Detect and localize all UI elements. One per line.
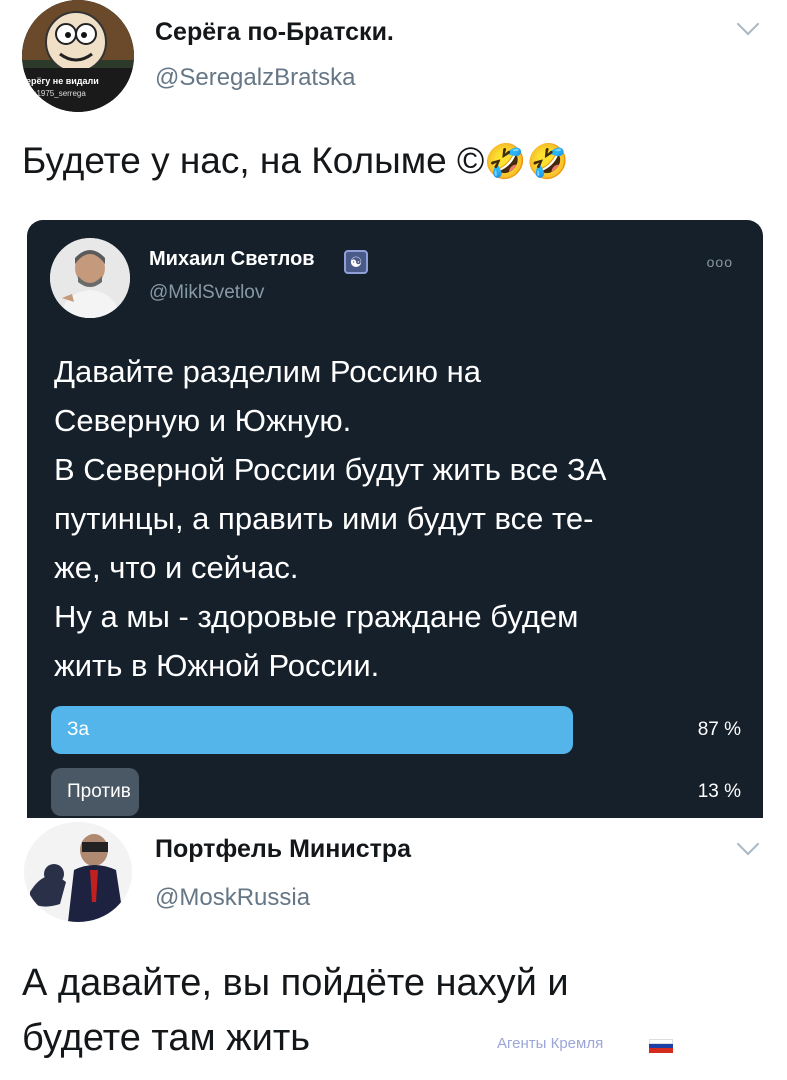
tweet-text: А давайте, вы пойдёте нахуй и будете там… [22, 956, 569, 1066]
avatar-caption-line-2: h1975_serrega [32, 89, 86, 98]
russian-flag-icon [649, 1039, 673, 1053]
author-handle[interactable]: @MoskRussia [155, 884, 310, 912]
chevron-down-icon[interactable] [736, 12, 760, 36]
avatar-caption-line-1: ерёгу не видали [26, 76, 99, 86]
tweet-text-line: будете там жить [22, 1017, 311, 1059]
chevron-down-icon[interactable] [736, 832, 760, 856]
quoted-author-name[interactable]: Михаил Светлов [149, 248, 315, 271]
poll-option-label: Против [67, 781, 131, 802]
quoted-text-line: же, что и сейчас. [54, 550, 299, 585]
person-avatar-image [50, 238, 130, 318]
quoted-text-line: Давайте разделим Россию на [54, 354, 482, 389]
quoted-text-line: В Северной России будут жить все ЗА [54, 452, 607, 487]
quoted-text-line: путинцы, а править ими будут все те- [54, 501, 594, 536]
poll-option-for[interactable]: За 87 % [51, 706, 741, 754]
quoted-text-line: жить в Южной России. [54, 648, 380, 683]
tweet-text-line: А давайте, вы пойдёте нахуй и [22, 962, 569, 1004]
watermark-text: Агенты Кремля [497, 1035, 604, 1052]
rofl-emoji-icon: 🤣🤣 [484, 142, 569, 182]
avatar-seregalzbratska[interactable]: ерёгу не видали h1975_serrega [22, 0, 134, 112]
poll-bar [51, 706, 573, 754]
poll-option-label: За [67, 719, 90, 740]
author-handle[interactable]: @SeregalzBratska [155, 64, 355, 92]
quoted-author-handle[interactable]: @MiklSvetlov [149, 282, 264, 304]
quoted-tweet-card[interactable]: Михаил Светлов ☯ @MiklSvetlov ooo Давайт… [27, 220, 763, 818]
author-name[interactable]: Портфель Министра [155, 835, 411, 864]
poll-option-percent: 13 % [697, 781, 741, 802]
more-options-icon[interactable]: ooo [707, 254, 733, 270]
tweet-text-body: Будете у нас, на Колыме © [22, 140, 485, 181]
avatar-moskrussia[interactable] [24, 822, 132, 922]
poll-option-against[interactable]: Против 13 % [51, 768, 741, 816]
tweet-text: Будете у нас, на Колыме ©🤣🤣 [22, 136, 569, 187]
poll-option-percent: 87 % [697, 719, 741, 740]
quoted-text-line: Северную и Южную. [54, 403, 352, 438]
quoted-tweet-text: Давайте разделим Россию на Северную и Юж… [54, 347, 744, 690]
cartoon-minister-image [24, 822, 132, 922]
author-name[interactable]: Серёга по-Братски. [155, 18, 394, 47]
avatar-miklsvetlov[interactable] [50, 238, 130, 318]
yin-yang-icon: ☯ [344, 250, 368, 274]
quoted-text-line: Ну а мы - здоровые граждане будем [54, 599, 579, 634]
